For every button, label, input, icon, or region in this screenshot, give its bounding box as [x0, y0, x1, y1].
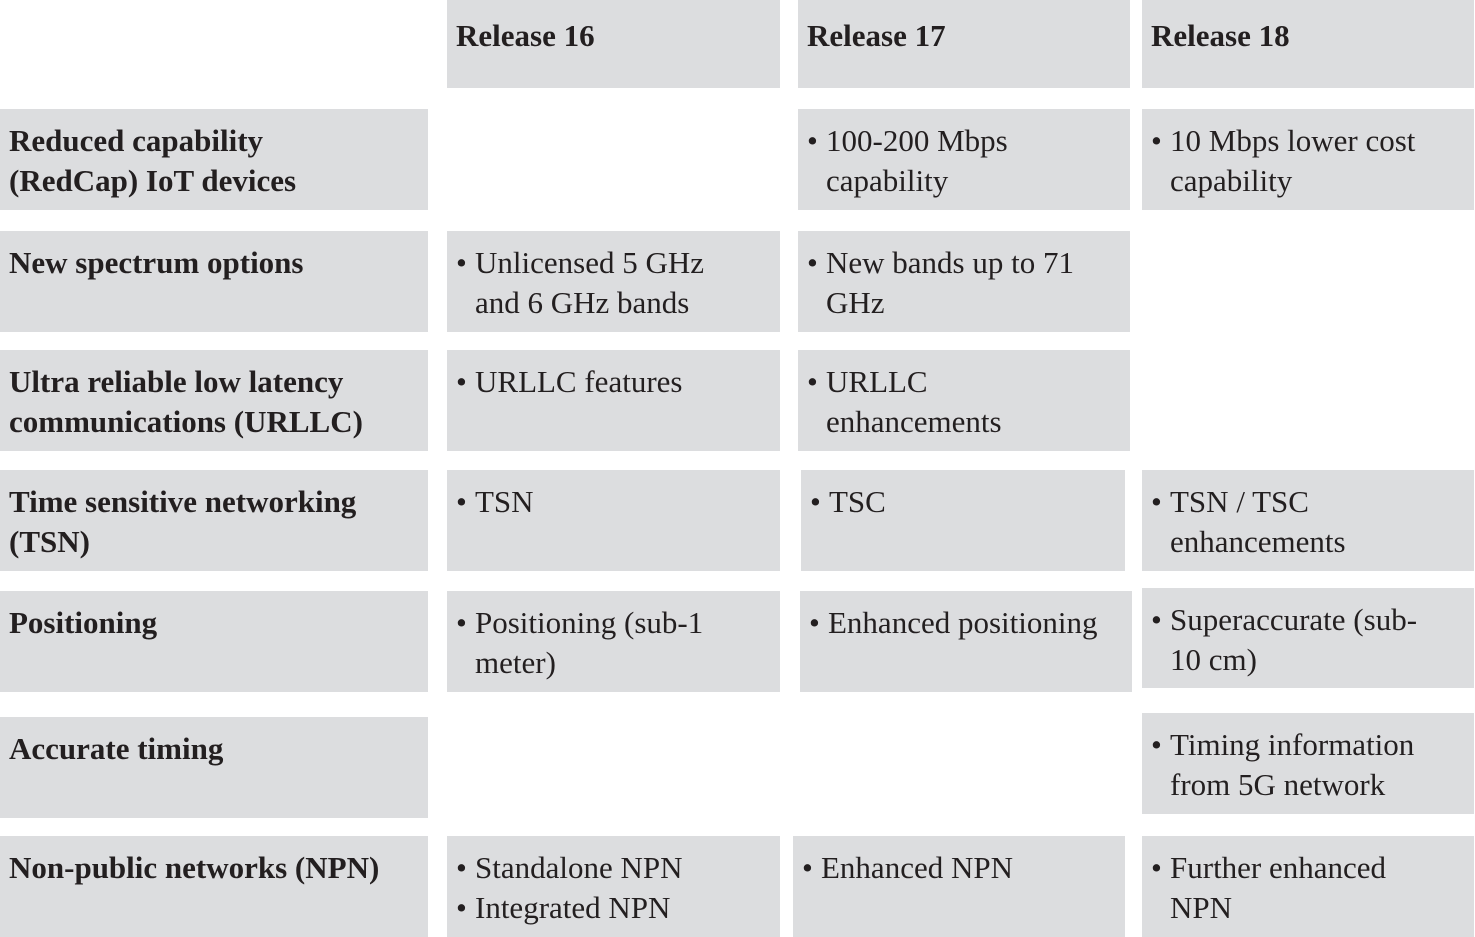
cell-r18: • Further enhanced NPN	[1142, 836, 1474, 937]
feature-text: Timing information from 5G network	[1170, 727, 1415, 802]
feature-text: 10 Mbps lower cost capability	[1170, 123, 1416, 198]
feature-text: Integrated NPN	[475, 890, 671, 925]
bullet-icon: •	[456, 484, 467, 519]
feature-text: TSN / TSC enhancements	[1170, 484, 1346, 559]
feature-text: Further enhanced NPN	[1170, 850, 1387, 925]
cell-r17: • New bands up to 71 GHz	[798, 231, 1130, 332]
feature-item: • Positioning (sub-1 meter)	[456, 603, 770, 683]
header-r18: Release 18	[1142, 0, 1474, 88]
feature-item: • TSN	[456, 482, 770, 522]
cell-r18: • Superaccurate (sub- 10 cm)	[1142, 588, 1474, 688]
cell-r17: • URLLC enhancements	[798, 350, 1130, 451]
feature-item: • 10 Mbps lower cost capability	[1151, 121, 1464, 201]
bullet-icon: •	[1151, 727, 1162, 762]
bullet-icon: •	[1151, 602, 1162, 637]
row-label: New spectrum options	[0, 231, 428, 332]
feature-text: TSN	[475, 484, 534, 519]
header-r16: Release 16	[447, 0, 780, 88]
feature-text: Superaccurate (sub- 10 cm)	[1170, 602, 1418, 677]
feature-text: New bands up to 71 GHz	[826, 245, 1074, 320]
cell-r17: • Enhanced positioning	[800, 591, 1132, 692]
row-label: Accurate timing	[0, 717, 428, 818]
feature-text: Enhanced positioning	[828, 605, 1098, 640]
feature-item: • Timing information from 5G network	[1151, 725, 1464, 805]
row-label: Non-public networks (NPN)	[0, 836, 428, 937]
row-label: Time sensitive networking (TSN)	[0, 470, 428, 571]
bullet-icon: •	[456, 364, 467, 399]
cell-r17: • 100-200 Mbps capability	[798, 109, 1130, 210]
bullet-icon: •	[1151, 850, 1162, 885]
bullet-icon: •	[807, 364, 818, 399]
cell-r17: • TSC	[801, 470, 1125, 571]
header-r17: Release 17	[798, 0, 1130, 88]
feature-item: • Standalone NPN	[456, 848, 770, 888]
bullet-icon: •	[807, 123, 818, 158]
cell-r17: • Enhanced NPN	[793, 836, 1125, 937]
cell-r16: • Positioning (sub-1 meter)	[447, 591, 780, 692]
row-label: Positioning	[0, 591, 428, 692]
feature-text: Unlicensed 5 GHz and 6 GHz bands	[475, 245, 704, 320]
feature-item: • Further enhanced NPN	[1151, 848, 1464, 928]
cell-r18: • Timing information from 5G network	[1142, 713, 1474, 814]
bullet-icon: •	[807, 245, 818, 280]
feature-text: 100-200 Mbps capability	[826, 123, 1008, 198]
bullet-icon: •	[456, 245, 467, 280]
feature-item: • Integrated NPN	[456, 888, 770, 928]
feature-item: • URLLC features	[456, 362, 770, 402]
feature-text: Standalone NPN	[475, 850, 683, 885]
feature-item: • Enhanced positioning	[809, 603, 1122, 643]
feature-item: • New bands up to 71 GHz	[807, 243, 1120, 323]
feature-text: URLLC features	[475, 364, 683, 399]
bullet-icon: •	[802, 850, 813, 885]
bullet-icon: •	[456, 605, 467, 640]
bullet-icon: •	[809, 605, 820, 640]
feature-item: • TSC	[810, 482, 1115, 522]
feature-item: • Superaccurate (sub- 10 cm)	[1151, 600, 1464, 680]
bullet-icon: •	[1151, 123, 1162, 158]
cell-r16: • Unlicensed 5 GHz and 6 GHz bands	[447, 231, 780, 332]
bullet-icon: •	[456, 890, 467, 925]
feature-item: • URLLC enhancements	[807, 362, 1120, 442]
feature-item: • Unlicensed 5 GHz and 6 GHz bands	[456, 243, 770, 323]
row-label: Reduced capability (RedCap) IoT devices	[0, 109, 428, 210]
cell-r16: • TSN	[447, 470, 780, 571]
feature-item: • 100-200 Mbps capability	[807, 121, 1120, 201]
bullet-icon: •	[810, 484, 821, 519]
row-label: Ultra reliable low latency communication…	[0, 350, 428, 451]
feature-text: URLLC enhancements	[826, 364, 1002, 439]
cell-r18: • 10 Mbps lower cost capability	[1142, 109, 1474, 210]
feature-text: TSC	[829, 484, 886, 519]
cell-r16: • URLLC features	[447, 350, 780, 451]
feature-text: Enhanced NPN	[821, 850, 1013, 885]
feature-text: Positioning (sub-1 meter)	[475, 605, 704, 680]
bullet-icon: •	[1151, 484, 1162, 519]
feature-item: • Enhanced NPN	[802, 848, 1115, 888]
cell-r18: • TSN / TSC enhancements	[1142, 470, 1474, 571]
cell-r16: • Standalone NPN • Integrated NPN	[447, 836, 780, 937]
feature-item: • TSN / TSC enhancements	[1151, 482, 1464, 562]
bullet-icon: •	[456, 850, 467, 885]
